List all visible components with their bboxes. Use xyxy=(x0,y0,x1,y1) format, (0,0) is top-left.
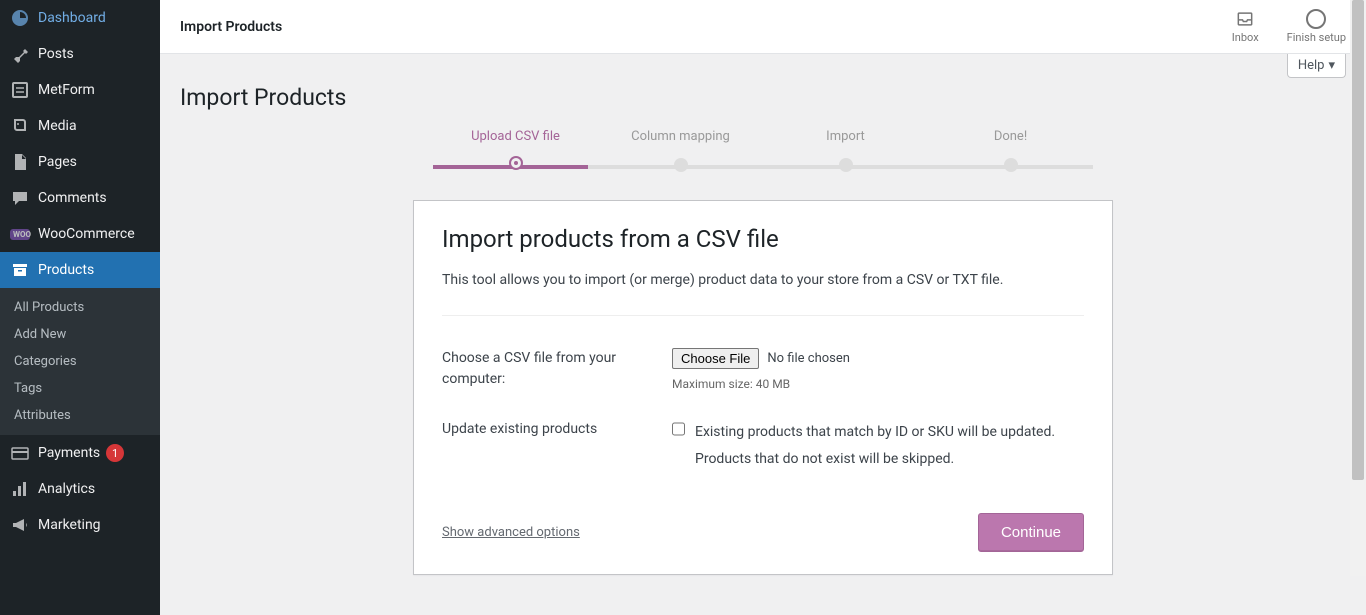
dashboard-icon xyxy=(10,8,30,28)
sidebar-item-dashboard[interactable]: Dashboard xyxy=(0,0,160,36)
sidebar-label: Payments xyxy=(38,445,100,461)
inbox-icon xyxy=(1235,9,1255,29)
analytics-icon xyxy=(10,479,30,499)
sidebar-item-payments[interactable]: Payments 1 xyxy=(0,435,160,471)
products-submenu: All Products Add New Categories Tags Att… xyxy=(0,288,160,435)
card-title: Import products from a CSV file xyxy=(442,225,1084,253)
sidebar-label: Analytics xyxy=(38,481,95,497)
topbar-title: Import Products xyxy=(180,19,282,35)
choose-file-label: Choose a CSV file from your computer: xyxy=(442,348,672,391)
progress-steps: Upload CSV file Column mapping Import Do… xyxy=(413,129,1113,172)
sidebar-label: Posts xyxy=(38,46,74,62)
step-dot xyxy=(839,158,853,172)
sidebar-item-metform[interactable]: MetForm xyxy=(0,72,160,108)
advanced-options-link[interactable]: Show advanced options xyxy=(442,525,580,540)
step-dot xyxy=(1004,158,1018,172)
choose-file-row: Choose a CSV file from your computer: Ch… xyxy=(442,334,1084,405)
submenu-categories[interactable]: Categories xyxy=(0,348,160,375)
step-import: Import xyxy=(763,129,928,172)
choose-file-button[interactable]: Choose File xyxy=(672,348,759,369)
card-description: This tool allows you to import (or merge… xyxy=(442,269,1084,316)
woo-icon: WOO xyxy=(10,224,30,244)
inbox-button[interactable]: Inbox xyxy=(1232,9,1259,44)
continue-button[interactable]: Continue xyxy=(978,513,1084,552)
sidebar-label: MetForm xyxy=(38,82,95,98)
help-tab[interactable]: Help ▾ xyxy=(1287,54,1346,78)
step-mapping: Column mapping xyxy=(598,129,763,172)
payments-icon xyxy=(10,443,30,463)
chevron-down-icon: ▾ xyxy=(1328,58,1335,73)
step-label: Import xyxy=(763,129,928,144)
update-existing-row: Update existing products Existing produc… xyxy=(442,405,1084,486)
update-existing-label: Update existing products xyxy=(442,419,672,472)
topbar: Import Products Inbox Finish setup xyxy=(160,0,1366,54)
max-size-hint: Maximum size: 40 MB xyxy=(672,377,1084,391)
archive-icon xyxy=(10,260,30,280)
scrollbar[interactable] xyxy=(1350,0,1366,576)
circle-icon xyxy=(1306,9,1326,29)
inbox-label: Inbox xyxy=(1232,31,1259,44)
payments-badge: 1 xyxy=(106,444,124,462)
admin-sidebar: Dashboard Posts MetForm Media Pages Comm… xyxy=(0,0,160,615)
step-dot xyxy=(674,158,688,172)
sidebar-item-marketing[interactable]: Marketing xyxy=(0,507,160,543)
sidebar-label: Dashboard xyxy=(38,10,106,26)
sidebar-label: Media xyxy=(38,118,77,134)
step-done: Done! xyxy=(928,129,1093,172)
step-label: Upload CSV file xyxy=(433,129,598,144)
sidebar-label: Comments xyxy=(38,190,107,206)
sidebar-item-products[interactable]: Products xyxy=(0,252,160,288)
step-dot xyxy=(511,158,521,168)
submenu-add-new[interactable]: Add New xyxy=(0,321,160,348)
help-label: Help xyxy=(1298,58,1325,73)
pin-icon xyxy=(10,44,30,64)
finish-setup-button[interactable]: Finish setup xyxy=(1287,9,1346,44)
page-icon xyxy=(10,152,30,172)
sidebar-item-media[interactable]: Media xyxy=(0,108,160,144)
sidebar-label: Products xyxy=(38,262,94,278)
sidebar-label: Marketing xyxy=(38,517,101,533)
step-label: Done! xyxy=(928,129,1093,144)
sidebar-item-woocommerce[interactable]: WOO WooCommerce xyxy=(0,216,160,252)
sidebar-item-analytics[interactable]: Analytics xyxy=(0,471,160,507)
sidebar-label: WooCommerce xyxy=(38,226,135,242)
sidebar-label: Pages xyxy=(38,154,77,170)
import-card: Import products from a CSV file This too… xyxy=(413,200,1113,575)
submenu-tags[interactable]: Tags xyxy=(0,375,160,402)
form-icon xyxy=(10,80,30,100)
step-upload: Upload CSV file xyxy=(433,129,598,172)
update-existing-checkbox[interactable] xyxy=(672,421,685,437)
scrollbar-thumb[interactable] xyxy=(1352,0,1364,480)
sidebar-item-posts[interactable]: Posts xyxy=(0,36,160,72)
file-status: No file chosen xyxy=(767,351,850,366)
sidebar-item-pages[interactable]: Pages xyxy=(0,144,160,180)
sidebar-item-comments[interactable]: Comments xyxy=(0,180,160,216)
submenu-all-products[interactable]: All Products xyxy=(0,294,160,321)
megaphone-icon xyxy=(10,515,30,535)
update-existing-desc: Existing products that match by ID or SK… xyxy=(695,419,1084,472)
submenu-attributes[interactable]: Attributes xyxy=(0,402,160,429)
step-label: Column mapping xyxy=(598,129,763,144)
page-title: Import Products xyxy=(180,64,1346,129)
finish-label: Finish setup xyxy=(1287,31,1346,44)
comment-icon xyxy=(10,188,30,208)
media-icon xyxy=(10,116,30,136)
